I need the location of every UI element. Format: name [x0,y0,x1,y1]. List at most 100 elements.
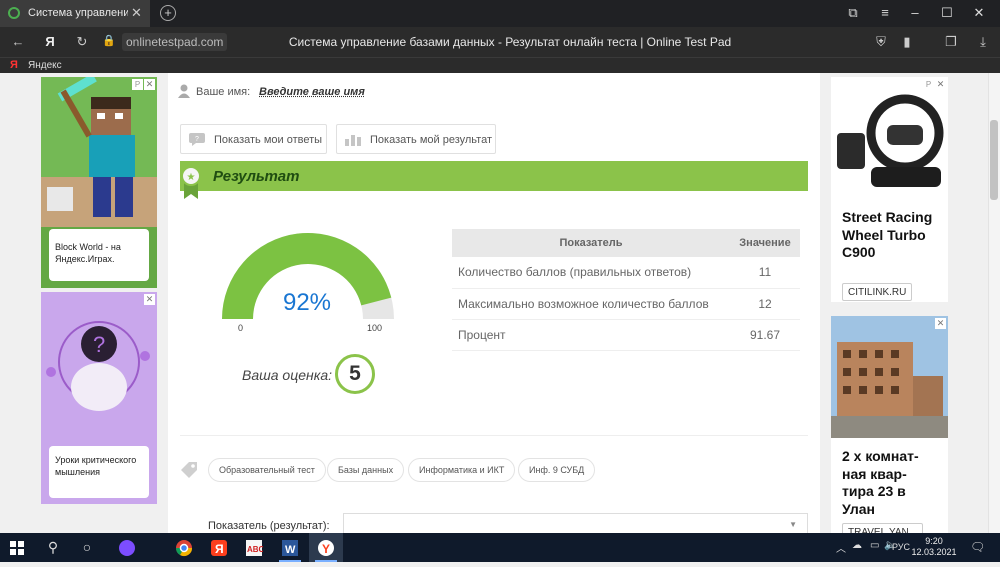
building-photo [831,316,948,438]
yandex-browser-logo-icon: Y [318,540,334,556]
result-banner: Результат [180,161,808,191]
close-tab-icon[interactable]: ✕ [131,5,142,21]
ad-marker-icon: P [132,79,143,90]
ad-product-name: Street Racing Wheel Turbo C900 [842,209,933,260]
site-favicon-icon [8,7,20,19]
person-icon [178,84,190,98]
ad-marker-icon: P [923,79,934,90]
ad-text-card: Block World - на Яндекс.Играх. [49,229,149,281]
left-ad-critical-thinking[interactable]: ? ✕ Уроки критического мышления [41,292,157,504]
yandex-bookmark-icon: Я [10,59,18,71]
windows-taskbar: ⚲ ○ Я ABC W Y ︿ ☁ ▭ 🔈 РУС 9:20 12.03.202… [0,533,1000,562]
yandex-logo-icon: Я [211,540,227,556]
notifications-icon[interactable]: 🗨 [970,540,985,554]
maximize-icon[interactable]: ☐ [937,5,957,21]
table-cell: Максимально возможное количество баллов [452,288,730,320]
lock-icon[interactable]: 🔒 [101,34,117,47]
ad-text: Block World - на Яндекс.Играх. [55,242,121,264]
right-ad-racing-wheel[interactable]: P ✕ Street Racing Wheel Turbo C900 CITIL… [831,77,948,302]
yandex-taskbar-icon[interactable]: Я [202,533,236,562]
start-button[interactable] [0,533,34,562]
show-hidden-icons[interactable]: ︿ [836,540,846,555]
gauge-min-label: 0 [238,323,244,333]
table-row: Максимально возможное количество баллов … [452,288,800,320]
collections-icon[interactable]: ❐ [943,34,959,50]
tag-icon [181,462,197,478]
right-ad-apartment[interactable]: ✕ 2 х комнат- ная квар- тира 23 в Улан T… [831,316,948,533]
network-icon[interactable]: ▭ [870,540,879,551]
svg-text:Y: Y [322,542,330,556]
tag-chip[interactable]: Информатика и ИКТ [408,458,516,482]
table-header-row: Показатель Значение [452,229,800,257]
tag-chip[interactable]: Инф. 9 СУБД [518,458,596,482]
left-ad-block-world[interactable]: P ✕ Block World - на Яндекс.Играх. [41,77,157,288]
yandex-browser-icon[interactable]: Y [309,533,343,562]
gauge-max-label: 100 [367,323,383,333]
scrollbar-thumb[interactable] [990,120,998,200]
onedrive-icon[interactable]: ☁ [852,540,862,551]
ad-text: Уроки критического мышления [55,455,137,477]
clock-time: 9:20 [925,536,943,546]
grade-badge: 5 [335,354,375,394]
bookmarks-bar: Я Яндекс [0,57,1000,73]
yandex-bookmark[interactable]: Яндекс [28,60,62,71]
system-clock[interactable]: 9:20 12.03.2021 [910,536,958,558]
clock-date: 12.03.2021 [911,547,957,557]
language-indicator[interactable]: РУС [892,542,910,552]
table-cell: 11 [730,257,800,289]
table-cell: Количество баллов (правильных ответов) [452,257,730,289]
abc-app-icon[interactable]: ABC [237,533,271,562]
url-field[interactable]: onlinetestpad.com [122,33,228,51]
ad-close-icon[interactable]: ✕ [144,79,155,90]
bookmark-icon[interactable]: ▮ [899,34,915,50]
svg-text:?: ? [195,136,199,143]
tabs-view-icon[interactable]: ⧉ [843,5,863,21]
cortana-icon[interactable]: ○ [70,533,104,562]
ad-close-icon[interactable]: ✕ [935,318,946,329]
minecraft-character-image [41,77,157,227]
close-window-icon[interactable]: ✕ [969,5,989,21]
reload-icon[interactable]: ↻ [74,34,90,50]
chrome-icon[interactable] [167,533,201,562]
svg-text:ABC: ABC [247,545,263,554]
ad-close-icon[interactable]: ✕ [144,294,155,305]
indicator-label: Показатель (результат): [208,520,330,532]
steering-wheel-image [831,77,948,201]
menu-icon[interactable]: ≡ [875,5,895,20]
table-cell: Процент [452,319,730,351]
ad-shop-link[interactable]: CITILINK.RU [842,283,913,301]
browser-tab[interactable]: Система управление ба ✕ [0,0,150,27]
table-cell: 91.67 [730,319,800,351]
table-header: Показатель [452,229,730,257]
critical-thinking-illustration: ? [46,321,150,411]
show-result-label: Показать мой результат [370,134,492,146]
search-icon[interactable]: ⚲ [36,533,70,562]
tag-chip[interactable]: Базы данных [327,458,405,482]
show-result-button[interactable]: Показать мой результат [336,124,496,154]
table-cell: 12 [730,288,800,320]
minimize-icon[interactable]: – [905,5,925,20]
svg-text:W: W [285,544,296,556]
grade-label: Ваша оценка: [242,367,332,383]
abc-logo-icon: ABC [246,540,265,556]
address-bar: ← Я ↻ 🔒 onlinetestpad.com Система управл… [0,27,1000,57]
download-icon[interactable]: ⤓ [975,34,991,50]
result-title: Результат [213,168,300,185]
alice-icon[interactable] [110,533,144,562]
yandex-home-icon[interactable]: Я [42,34,58,49]
protect-icon[interactable]: ⛨ [873,34,889,50]
result-panel: Ваше имя: Введите ваше имя ? Показать мо… [168,73,820,537]
back-icon[interactable]: ← [10,34,26,49]
ad-shop-link[interactable]: TRAVEL.YAN... [842,523,924,533]
tab-title: Система управление ба [28,7,128,19]
show-answers-label: Показать мои ответы [214,134,323,146]
chrome-logo-icon [175,540,193,557]
username-input[interactable]: Введите ваше имя [259,86,365,98]
ad-close-icon[interactable]: ✕ [935,79,946,90]
word-icon[interactable]: W [273,533,307,562]
speech-bubble-icon: ? [189,133,205,146]
divider [180,435,808,436]
show-answers-button[interactable]: ? Показать мои ответы [180,124,327,154]
tag-chip[interactable]: Образовательный тест [208,458,326,482]
new-tab-button[interactable]: + [160,5,176,21]
